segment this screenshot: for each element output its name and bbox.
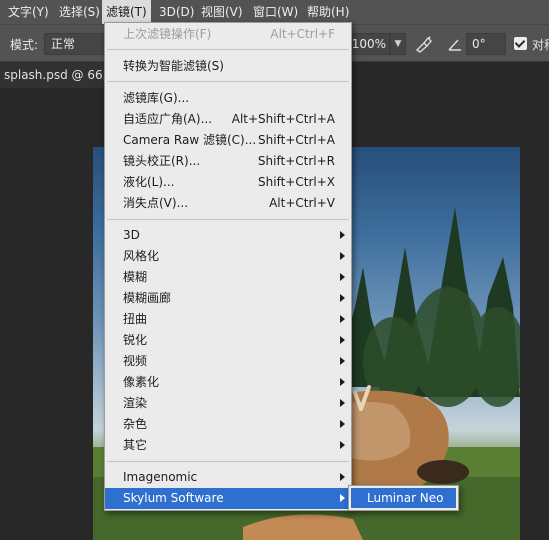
submenu-arrow-icon	[340, 420, 345, 428]
menu-item-convert-smart-filter[interactable]: 转换为智能滤镜(S)	[105, 56, 351, 77]
submenu-arrow-icon	[340, 357, 345, 365]
menu-item-imagenomic[interactable]: Imagenomic	[105, 467, 351, 488]
menu-item-skylum-software[interactable]: Skylum Software	[105, 488, 351, 509]
menu-item-3d[interactable]: 3D	[105, 225, 351, 246]
menu-select[interactable]: 选择(S)	[55, 0, 104, 24]
menu-item-blur-gallery[interactable]: 模糊画廊	[105, 288, 351, 309]
menu-item-filter-gallery[interactable]: 滤镜库(G)...	[105, 88, 351, 109]
menu-item-pixelate[interactable]: 像素化	[105, 372, 351, 393]
angle-field[interactable]: 0°	[466, 33, 506, 55]
submenu-arrow-icon	[340, 399, 345, 407]
menu-item-last-filter: 上次滤镜操作(F) Alt+Ctrl+F	[123, 27, 335, 41]
submenu-item-luminar-neo[interactable]: Luminar Neo	[351, 488, 456, 508]
symmetry-label: 对称	[532, 38, 549, 52]
submenu-arrow-icon	[340, 252, 345, 260]
menu-item-adaptive-wide-angle[interactable]: 自适应广角(A)... Alt+Shift+Ctrl+A	[105, 109, 351, 130]
submenu-arrow-icon	[340, 273, 345, 281]
menu-item-stylize[interactable]: 风格化	[105, 246, 351, 267]
menu-separator	[107, 219, 349, 220]
mode-select[interactable]: 正常	[44, 33, 106, 55]
submenu-arrow-icon	[340, 441, 345, 449]
submenu-arrow-icon	[340, 473, 345, 481]
menu-item-render[interactable]: 渲染	[105, 393, 351, 414]
menu-item-distort[interactable]: 扭曲	[105, 309, 351, 330]
menu-help[interactable]: 帮助(H)	[303, 0, 353, 24]
submenu-arrow-icon	[340, 315, 345, 323]
submenu-arrow-icon	[340, 336, 345, 344]
menu-separator	[107, 81, 349, 82]
menu-filter[interactable]: 滤镜(T)	[102, 0, 151, 24]
menu-3d[interactable]: 3D(D)	[155, 0, 198, 24]
menu-window[interactable]: 窗口(W)	[249, 0, 302, 24]
submenu-arrow-icon	[340, 494, 345, 502]
filter-menu: 上次滤镜操作(F) Alt+Ctrl+F 转换为智能滤镜(S) 滤镜库(G)..…	[104, 22, 352, 511]
menu-item-video[interactable]: 视频	[105, 351, 351, 372]
menu-item-camera-raw[interactable]: Camera Raw 滤镜(C)... Shift+Ctrl+A	[105, 130, 351, 151]
menu-item-noise[interactable]: 杂色	[105, 414, 351, 435]
menu-view[interactable]: 视图(V)	[197, 0, 247, 24]
airbrush-icon[interactable]	[414, 35, 434, 53]
submenu-arrow-icon	[340, 231, 345, 239]
menu-item-liquify[interactable]: 液化(L)... Shift+Ctrl+X	[105, 172, 351, 193]
menu-type[interactable]: 文字(Y)	[4, 0, 53, 24]
document-tab[interactable]: splash.psd @ 66.7%	[0, 62, 120, 88]
menu-item-other[interactable]: 其它	[105, 435, 351, 456]
menu-item-blur[interactable]: 模糊	[105, 267, 351, 288]
opacity-dropdown-icon[interactable]: ▼	[390, 33, 406, 55]
menu-item-lens-correction[interactable]: 镜头校正(R)... Shift+Ctrl+R	[105, 151, 351, 172]
submenu-arrow-icon	[340, 294, 345, 302]
submenu-arrow-icon	[340, 378, 345, 386]
mode-label: 模式:	[10, 38, 39, 52]
symmetry-checkbox[interactable]	[514, 37, 527, 50]
skylum-submenu: Luminar Neo	[348, 485, 459, 511]
opacity-field[interactable]: 100%	[350, 33, 390, 55]
menu-separator	[107, 49, 349, 50]
menu-separator	[107, 461, 349, 462]
menu-bar: 文字(Y) 选择(S) 滤镜(T) 3D(D) 视图(V) 窗口(W) 帮助(H…	[0, 0, 549, 24]
angle-icon	[448, 39, 461, 51]
menu-item-vanishing-point[interactable]: 消失点(V)... Alt+Ctrl+V	[105, 193, 351, 214]
menu-item-sharpen[interactable]: 锐化	[105, 330, 351, 351]
